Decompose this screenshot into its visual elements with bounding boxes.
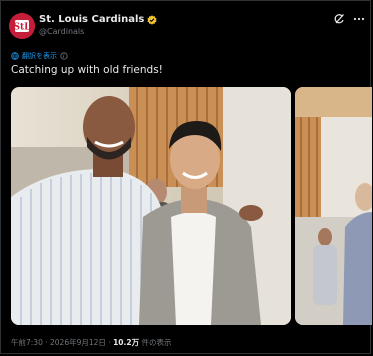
more-icon[interactable] [353,13,365,25]
verified-badge-icon [147,14,157,25]
photo-event-crowd [295,87,372,325]
grok-icon[interactable] [333,13,345,25]
meta-separator: · [108,338,111,347]
tweet-text: Catching up with old friends! [11,64,163,76]
tweet-time[interactable]: 午前7:30 [11,338,43,347]
display-name-text[interactable]: St. Louis Cardinals [39,14,144,25]
views-count: 10.2万 [113,338,140,347]
views-label: 件の表示 [141,338,172,347]
svg-text:StL: StL [14,23,32,33]
photo-two-men-smiling [11,87,291,325]
handle[interactable]: @Cardinals [39,27,84,36]
avatar[interactable]: StL [9,13,35,39]
translate-label[interactable]: 翻訳を表示 [22,51,57,61]
translate-link[interactable]: 翻訳を表示 [11,51,68,61]
tweet-meta: 午前7:30 · 2026年9月12日 · 10.2万 件の表示 [11,337,172,348]
translate-info-icon[interactable] [60,52,68,60]
cardinals-logo-icon: StL [9,13,35,39]
tweet-photo-1[interactable] [11,87,291,325]
translate-globe-icon [11,52,19,60]
tweet-date[interactable]: 2026年9月12日 [50,338,106,347]
meta-separator: · [45,338,48,347]
display-name[interactable]: St. Louis Cardinals [39,14,157,25]
tweet-photo-2[interactable] [295,87,372,325]
tweet-card[interactable]: StL St. Louis Cardinals @Cardinals 翻訳を表示… [0,0,372,354]
